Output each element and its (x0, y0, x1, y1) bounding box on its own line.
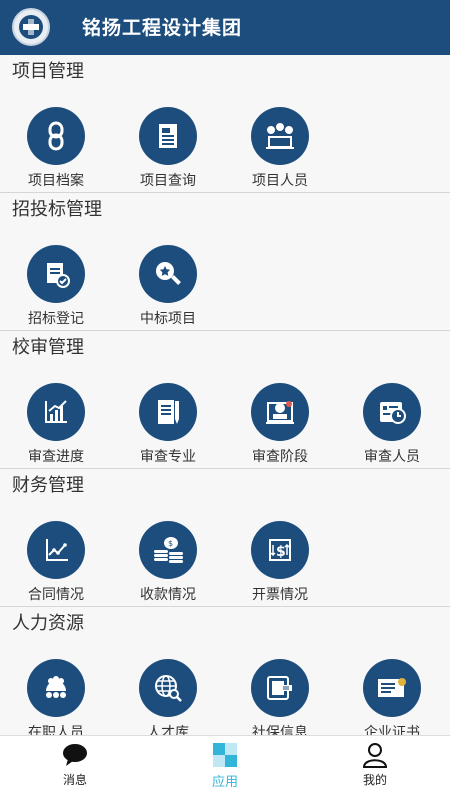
app-review-stage[interactable]: 审查阶段 (230, 383, 330, 466)
app-label: 招标登记 (28, 311, 84, 327)
app-label: 企业证书 (364, 725, 420, 735)
app-enterprise-certificates[interactable]: 企业证书 (342, 659, 442, 735)
app-project-archive[interactable]: 项目档案 (6, 107, 106, 190)
app-grid[interactable]: 项目管理 项目档案 项目查询 项目人员 招投标管理 招标登记 中标项目 校审管理… (0, 55, 450, 735)
app-label: 在职人员 (28, 725, 84, 735)
app-talent-pool[interactable]: 人才库 (118, 659, 218, 735)
chat-bubble-icon (35, 742, 115, 768)
app-label: 项目档案 (28, 173, 84, 189)
register-icon (27, 245, 85, 303)
section-human-resources: 人力资源 在职人员 人才库 社保信息 企业证书 (0, 607, 450, 735)
app-review-progress[interactable]: 审查进度 (6, 383, 106, 466)
user-icon (335, 742, 415, 768)
id-card-clock-icon (363, 383, 421, 441)
people-icon (251, 107, 309, 165)
app-project-staff[interactable]: 项目人员 (230, 107, 330, 190)
app-review-staff[interactable]: 审查人员 (342, 383, 442, 466)
app-review-specialty[interactable]: 审查专业 (118, 383, 218, 466)
app-bid-registration[interactable]: 招标登记 (6, 245, 106, 328)
svg-text:$: $ (276, 544, 286, 560)
magnifier-star-icon (139, 245, 197, 303)
apps-icon (185, 742, 265, 768)
app-title: 铭扬工程设计集团 (82, 17, 243, 39)
dollar-box-icon: $ (251, 521, 309, 579)
tab-label: 消息 (62, 773, 87, 787)
group-icon (27, 659, 85, 717)
app-label: 审查人员 (364, 449, 420, 465)
line-chart-icon (27, 521, 85, 579)
app-label: 人才库 (147, 725, 189, 735)
stage-icon (251, 383, 309, 441)
app-label: 审查进度 (28, 449, 84, 465)
app-winning-projects[interactable]: 中标项目 (118, 245, 218, 328)
app-label: 项目查询 (140, 173, 196, 189)
section-title: 校审管理 (12, 337, 84, 358)
app-header: 铭扬工程设计集团 (0, 0, 450, 55)
globe-search-icon (139, 659, 197, 717)
section-project-management: 项目管理 项目档案 项目查询 项目人员 (0, 55, 450, 193)
svg-text:$: $ (168, 539, 173, 548)
app-label: 中标项目 (140, 311, 196, 327)
section-review-management: 校审管理 审查进度 审查专业 审查阶段 审查人员 (0, 331, 450, 469)
tab-messages[interactable]: 消息 (35, 742, 115, 788)
edit-document-icon (139, 383, 197, 441)
tab-label: 应用 (211, 775, 238, 790)
bar-chart-icon (27, 383, 85, 441)
section-finance-management: 财务管理 合同情况 $ 收款情况 $ 开票情况 (0, 469, 450, 607)
section-title: 财务管理 (12, 475, 84, 496)
app-payment-status[interactable]: $ 收款情况 (118, 521, 218, 604)
app-label: 社保信息 (252, 725, 308, 735)
tab-apps[interactable]: 应用 (185, 742, 265, 790)
device-icon (251, 659, 309, 717)
app-label: 开票情况 (252, 587, 308, 603)
app-label: 项目人员 (252, 173, 308, 189)
app-label: 审查阶段 (252, 449, 308, 465)
section-title: 人力资源 (12, 613, 84, 634)
app-social-security[interactable]: 社保信息 (230, 659, 330, 735)
app-active-staff[interactable]: 在职人员 (6, 659, 106, 735)
app-label: 收款情况 (140, 587, 196, 603)
document-icon (139, 107, 197, 165)
section-bidding-management: 招投标管理 招标登记 中标项目 (0, 193, 450, 331)
app-invoice-status[interactable]: $ 开票情况 (230, 521, 330, 604)
company-logo-icon (12, 8, 50, 46)
app-contract-status[interactable]: 合同情况 (6, 521, 106, 604)
link-icon (27, 107, 85, 165)
section-title: 招投标管理 (12, 199, 102, 220)
section-title: 项目管理 (12, 61, 84, 82)
app-label: 审查专业 (140, 449, 196, 465)
bottom-tab-bar: 消息 应用 我的 (0, 735, 450, 800)
app-label: 合同情况 (28, 587, 84, 603)
tab-label: 我的 (362, 773, 387, 787)
coins-icon: $ (139, 521, 197, 579)
app-project-query[interactable]: 项目查询 (118, 107, 218, 190)
tab-mine[interactable]: 我的 (335, 742, 415, 788)
certificate-icon (363, 659, 421, 717)
